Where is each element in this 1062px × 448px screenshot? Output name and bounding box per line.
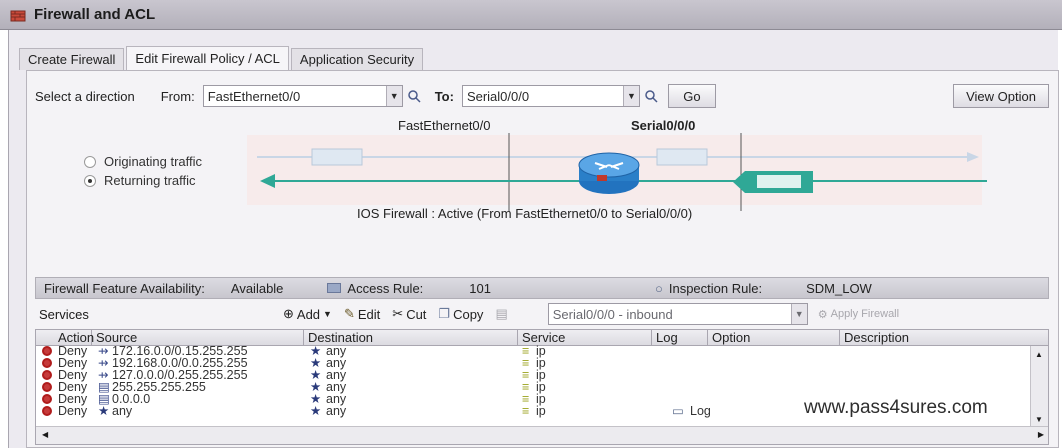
to-details-icon[interactable] xyxy=(642,87,660,105)
tab-create-firewall[interactable]: Create Firewall xyxy=(19,48,125,70)
chevron-down-icon[interactable]: ▼ xyxy=(790,304,807,324)
scroll-up-icon[interactable]: ▲ xyxy=(1035,350,1043,359)
inspection-rule-icon: ○ xyxy=(655,280,663,296)
paste-button[interactable]: ▤ xyxy=(495,306,507,322)
add-icon: ⊕ xyxy=(283,306,294,321)
scroll-down-icon[interactable]: ▼ xyxy=(1035,415,1043,424)
paste-icon: ▤ xyxy=(495,306,508,321)
deny-icon xyxy=(42,394,52,404)
inspection-rule-value: SDM_LOW xyxy=(806,280,872,296)
chevron-down-icon[interactable]: ▼ xyxy=(622,86,639,106)
star-icon: ★ xyxy=(310,404,322,418)
from-interface-select[interactable]: FastEthernet0/0 ▼ xyxy=(202,85,403,107)
row-source: any xyxy=(112,404,133,418)
policy-panel: Select a direction From: FastEthernet0/0… xyxy=(26,70,1059,448)
go-button[interactable]: Go xyxy=(667,84,716,108)
access-rule-icon xyxy=(327,283,342,293)
view-option-button[interactable]: View Option xyxy=(953,84,1049,108)
deny-icon xyxy=(42,406,52,416)
direction-bar: Select a direction From: FastEthernet0/0… xyxy=(35,81,1049,111)
access-rule-value: 101 xyxy=(469,280,491,296)
apply-icon: ⚙ xyxy=(817,308,828,321)
direction-label: Select a direction xyxy=(35,88,135,104)
right-interface-label: Serial0/0/0 xyxy=(631,118,696,133)
cut-button[interactable]: ✂ Cut xyxy=(392,306,426,322)
rules-toolbar: Services ⊕ Add ▼ ✎ Edit ✂ Cut ❐ Copy ▤ S… xyxy=(35,301,1049,327)
col-option[interactable]: Option xyxy=(708,330,840,346)
edit-icon: ✎ xyxy=(343,306,355,321)
row-service: ip xyxy=(536,404,546,418)
log-icon: ▭ xyxy=(672,404,684,418)
copy-icon: ❐ xyxy=(438,306,451,321)
table-row[interactable]: Deny ▤ 255.255.255.255 ★ any ≡ ip xyxy=(36,381,1026,393)
apply-label: Apply Firewall xyxy=(830,308,900,320)
copy-label: Copy xyxy=(453,306,484,322)
from-interface-value: FastEthernet0/0 xyxy=(207,88,301,104)
radio-selected-icon[interactable] xyxy=(84,174,96,187)
from-label: From: xyxy=(160,88,195,104)
star-icon: ★ xyxy=(98,404,110,418)
rules-table: Action Source Destination Service Log Op… xyxy=(35,329,1049,445)
tab-bar: Create Firewall Edit Firewall Policy / A… xyxy=(19,46,425,70)
chevron-down-icon: ▼ xyxy=(323,309,332,319)
interface-direction-select[interactable]: Serial0/0/0 - inbound ▼ xyxy=(547,303,808,325)
deny-icon xyxy=(42,346,52,356)
vertical-scrollbar[interactable]: ▲ ▼ xyxy=(1030,346,1048,428)
returning-traffic-label: Returning traffic xyxy=(104,173,196,188)
firewall-status: IOS Firewall : Active (From FastEthernet… xyxy=(357,206,693,221)
to-interface-select[interactable]: Serial0/0/0 ▼ xyxy=(461,85,640,107)
add-label: Add xyxy=(296,306,321,322)
tab-edit-firewall-policy[interactable]: Edit Firewall Policy / ACL xyxy=(126,46,289,70)
chevron-down-icon[interactable]: ▼ xyxy=(385,86,402,106)
interface-direction-value: Serial0/0/0 - inbound xyxy=(552,306,673,322)
scroll-left-icon[interactable]: ◀ xyxy=(42,430,48,439)
col-description[interactable]: Description xyxy=(840,330,1048,346)
feature-availability-value: Available xyxy=(230,280,284,296)
from-details-icon[interactable] xyxy=(405,87,423,105)
deny-icon xyxy=(42,358,52,368)
service-icon: ≡ xyxy=(522,404,530,418)
access-rule-label: Access Rule: xyxy=(347,280,424,296)
row-action: Deny xyxy=(58,404,88,418)
left-interface-label: FastEthernet0/0 xyxy=(398,118,491,133)
add-button[interactable]: ⊕ Add ▼ xyxy=(283,306,332,322)
firewall-icon xyxy=(10,10,26,21)
main-frame: Create Firewall Edit Firewall Policy / A… xyxy=(8,30,1059,448)
deny-icon xyxy=(42,382,52,392)
originating-traffic-radio[interactable]: Originating traffic xyxy=(84,154,202,169)
to-interface-value: Serial0/0/0 xyxy=(466,88,530,104)
row-destination: any xyxy=(326,404,347,418)
cut-icon: ✂ xyxy=(392,306,404,321)
scroll-right-icon[interactable]: ▶ xyxy=(1038,430,1044,439)
watermark-text: www.pass4sures.com xyxy=(804,397,988,418)
apply-firewall-button[interactable]: ⚙ Apply Firewall xyxy=(818,308,899,321)
tab-application-security[interactable]: Application Security xyxy=(290,48,424,70)
feature-availability-label: Firewall Feature Availability: xyxy=(44,280,205,296)
edit-label: Edit xyxy=(357,306,381,322)
traffic-diagram: FastEthernet0/0 Serial0/0/0 Originating … xyxy=(27,115,1058,225)
feature-availability-bar: Firewall Feature Availability: Available… xyxy=(35,277,1049,299)
col-log[interactable]: Log xyxy=(652,330,708,346)
edit-button[interactable]: ✎ Edit xyxy=(344,306,380,322)
row-log: Log xyxy=(690,404,711,418)
returning-traffic-radio[interactable]: Returning traffic xyxy=(84,173,196,188)
deny-icon xyxy=(42,370,52,380)
inspection-rule-label: Inspection Rule: xyxy=(668,280,763,296)
radio-icon[interactable] xyxy=(84,155,96,168)
cut-label: Cut xyxy=(406,306,427,322)
horizontal-scrollbar[interactable]: ◀ ▶ xyxy=(36,426,1048,444)
window-titlebar: Firewall and ACL xyxy=(0,0,1062,30)
services-label: Services xyxy=(39,306,89,322)
originating-traffic-label: Originating traffic xyxy=(104,154,203,169)
window-title: Firewall and ACL xyxy=(34,6,156,23)
copy-button[interactable]: ❐ Copy xyxy=(438,306,483,322)
to-label: To: xyxy=(434,88,454,104)
